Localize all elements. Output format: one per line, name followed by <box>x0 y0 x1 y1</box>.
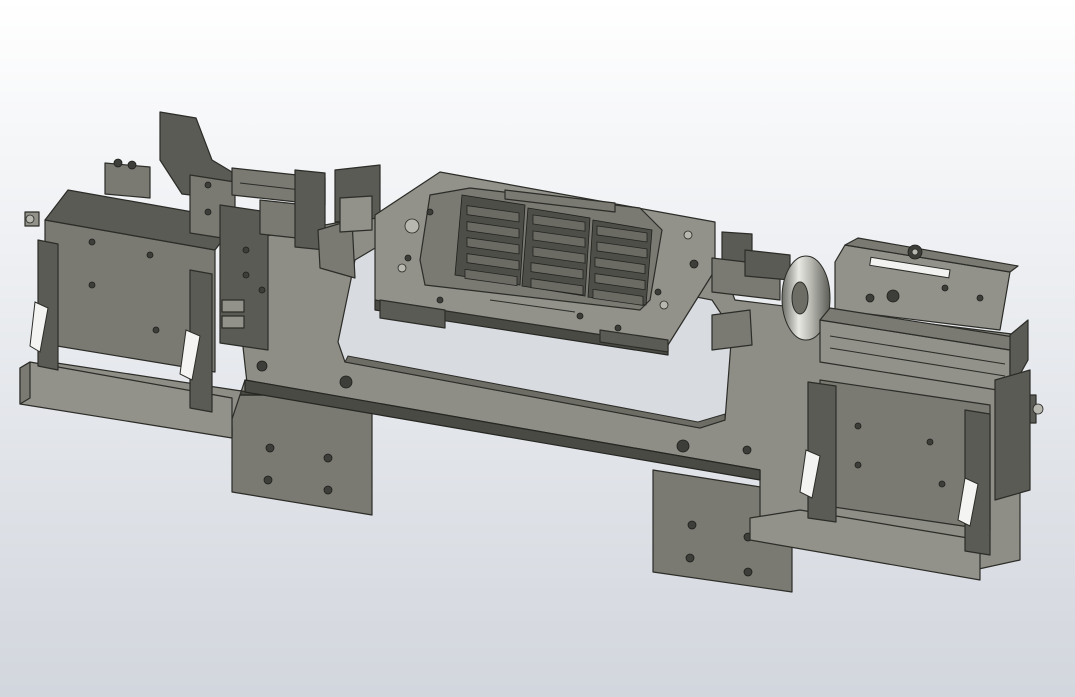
assembly-model[interactable] <box>0 0 1075 697</box>
cad-viewport[interactable] <box>0 0 1075 697</box>
